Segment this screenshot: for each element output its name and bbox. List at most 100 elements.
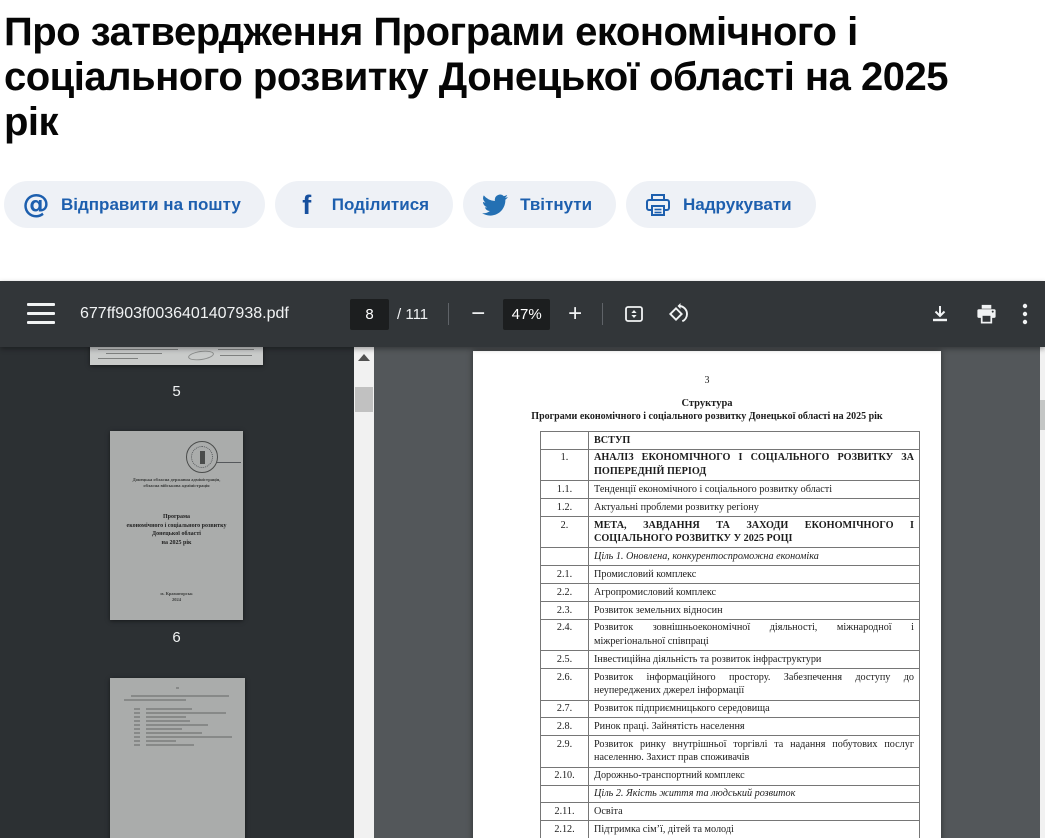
print-article-label: Надрукувати	[683, 195, 792, 215]
cover-title: Програма економічного і соціального розв…	[110, 513, 243, 547]
toc-row-number	[541, 432, 589, 450]
scroll-up-arrow-icon[interactable]	[358, 354, 370, 361]
thumbnail-label-6: 6	[90, 629, 263, 646]
toc-row: 2.9. Розвиток ринку внутрішньої торгівлі…	[541, 736, 920, 767]
kebab-menu-icon	[1022, 303, 1028, 325]
toc-row: 1.1. Тенденції економічного і соціальног…	[541, 481, 920, 499]
document-page-number: 3	[473, 375, 941, 386]
official-seal	[186, 441, 218, 473]
page-count-label: / 111	[397, 306, 428, 323]
toolbar-divider	[448, 303, 449, 325]
printer-icon	[644, 191, 672, 219]
toc-row-text: МЕТА, ЗАВДАННЯ ТА ЗАХОДИ ЕКОНОМІЧНОГО І …	[589, 517, 920, 548]
share-buttons-row: @ Відправити на пошту f Поділитися Твітн…	[4, 181, 816, 228]
toc-row: 2.3. Розвиток земельних відносин	[541, 602, 920, 620]
page-number-input[interactable]	[350, 299, 389, 330]
toc-row-text: Розвиток інформаційного простору. Забезп…	[589, 669, 920, 700]
print-article-button[interactable]: Надрукувати	[626, 181, 816, 228]
toc-row-text: Розвиток підприємницького середовища	[589, 700, 920, 718]
document-heading: Структура	[473, 398, 941, 409]
toc-row-text: АНАЛІЗ ЕКОНОМІЧНОГО І СОЦІАЛЬНОГО РОЗВИТ…	[589, 449, 920, 480]
rotate-button[interactable]	[663, 298, 695, 330]
pdf-viewer: 677ff903f0036401407938.pdf / 111 − +	[0, 281, 1045, 838]
fit-page-icon	[623, 303, 645, 325]
toc-row: 2.2. Агропромисловий комплекс	[541, 584, 920, 602]
toc-row-number: 2.12.	[541, 821, 589, 838]
toc-row-text: Агропромисловий комплекс	[589, 584, 920, 602]
toc-row: 2.1. Промисловий комплекс	[541, 566, 920, 584]
sidebar-scrollbar[interactable]	[354, 347, 374, 838]
toc-row: 2.10. Дорожньо-транспортний комплекс	[541, 767, 920, 785]
tweet-button[interactable]: Твітнути	[463, 181, 616, 228]
facebook-share-label: Поділитися	[332, 195, 429, 215]
toc-row-number: 2.5.	[541, 651, 589, 669]
thumbnail-page-7[interactable]	[110, 678, 245, 838]
toc-row-text: Дорожньо-транспортний комплекс	[589, 767, 920, 785]
cover-city-year: м. Краматорськ 2024	[110, 591, 243, 603]
toc-row: 2.8. Ринок праці. Зайнятість населення	[541, 718, 920, 736]
thumbnail-page-5[interactable]	[90, 347, 263, 365]
toc-row-number: 2.10.	[541, 767, 589, 785]
thumbnails-sidebar: 5 Донецька обласна державна адміністраці…	[0, 347, 354, 838]
fit-page-button[interactable]	[619, 299, 649, 329]
document-subheading: Програми економічного і соціального розв…	[473, 411, 941, 422]
download-button[interactable]	[925, 299, 955, 329]
send-email-label: Відправити на пошту	[61, 195, 241, 215]
toc-row-number: 1.1.	[541, 481, 589, 499]
toc-row: 2.6. Розвиток інформаційного простору. З…	[541, 669, 920, 700]
at-icon: @	[22, 191, 50, 219]
more-options-button[interactable]	[1018, 299, 1032, 329]
menu-icon[interactable]	[27, 303, 55, 324]
pdf-toolbar-right	[925, 281, 1032, 347]
toc-row-text: ВСТУП	[589, 432, 920, 450]
zoom-in-button[interactable]: +	[564, 299, 586, 329]
pdf-page: 3 Структура Програми економічного і соці…	[473, 351, 941, 838]
main-scrollbar[interactable]	[1040, 347, 1045, 838]
page-title-line: Про затвердження Програми економічного і	[4, 10, 1044, 55]
page-title-line: рік	[4, 100, 1044, 145]
toc-row-text: Освіта	[589, 803, 920, 821]
toc-row-number: 2.4.	[541, 619, 589, 650]
facebook-share-button[interactable]: f Поділитися	[275, 181, 453, 228]
zoom-out-button[interactable]: −	[467, 299, 489, 329]
cover-organization: Донецька обласна державна адміністрація,…	[110, 477, 243, 489]
toc-row-text: Актуальні проблеми розвитку регіону	[589, 499, 920, 517]
signature-mark	[188, 349, 215, 362]
toc-row-number: 1.2.	[541, 499, 589, 517]
pdf-canvas: 3 Структура Програми економічного і соці…	[374, 347, 1045, 838]
toc-row-text: Тенденції економічного і соціального роз…	[589, 481, 920, 499]
toc-row-number	[541, 785, 589, 803]
pdf-toolbar-center: / 111 − +	[350, 281, 695, 347]
toc-row-text: Інвестиційна діяльність та розвиток інфр…	[589, 651, 920, 669]
zoom-level-input[interactable]	[503, 299, 550, 330]
toc-row-text: Ціль 2. Якість життя та людський розвито…	[589, 785, 920, 803]
pdf-filename: 677ff903f0036401407938.pdf	[80, 281, 289, 347]
page-title-line: соціального розвитку Донецької області н…	[4, 55, 1044, 100]
toc-row: Ціль 2. Якість життя та людський розвито…	[541, 785, 920, 803]
toc-row: 2.4. Розвиток зовнішньоекономічної діяль…	[541, 619, 920, 650]
toc-row-text: Розвиток земельних відносин	[589, 602, 920, 620]
toc-row-text: Ринок праці. Зайнятість населення	[589, 718, 920, 736]
toc-row-text: Ціль 1. Оновлена, конкурентоспроможна ек…	[589, 548, 920, 566]
toc-row: 1. АНАЛІЗ ЕКОНОМІЧНОГО І СОЦІАЛЬНОГО РОЗ…	[541, 449, 920, 480]
toc-row: 2.5. Інвестиційна діяльність та розвиток…	[541, 651, 920, 669]
toc-row-text: Промисловий комплекс	[589, 566, 920, 584]
main-scrollbar-thumb[interactable]	[1040, 400, 1045, 430]
thumbnail-label-5: 5	[90, 383, 263, 400]
tweet-label: Твітнути	[520, 195, 592, 215]
toc-row: 2.7. Розвиток підприємницького середовищ…	[541, 700, 920, 718]
download-icon	[929, 303, 951, 325]
print-icon	[975, 303, 998, 325]
thumbnail-page-6[interactable]: Донецька обласна державна адміністрація,…	[110, 431, 243, 620]
toc-row-number: 2.7.	[541, 700, 589, 718]
sidebar-scrollbar-thumb[interactable]	[355, 387, 373, 412]
toc-row-number	[541, 548, 589, 566]
print-button[interactable]	[971, 299, 1002, 329]
toc-row-text: Розвиток зовнішньоекономічної діяльності…	[589, 619, 920, 650]
send-email-button[interactable]: @ Відправити на пошту	[4, 181, 265, 228]
toolbar-divider	[602, 303, 603, 325]
toc-row-number: 2.2.	[541, 584, 589, 602]
toc-row-number: 2.3.	[541, 602, 589, 620]
pdf-viewer-body: 5 Донецька обласна державна адміністраці…	[0, 347, 1045, 838]
toc-row-number: 2.	[541, 517, 589, 548]
